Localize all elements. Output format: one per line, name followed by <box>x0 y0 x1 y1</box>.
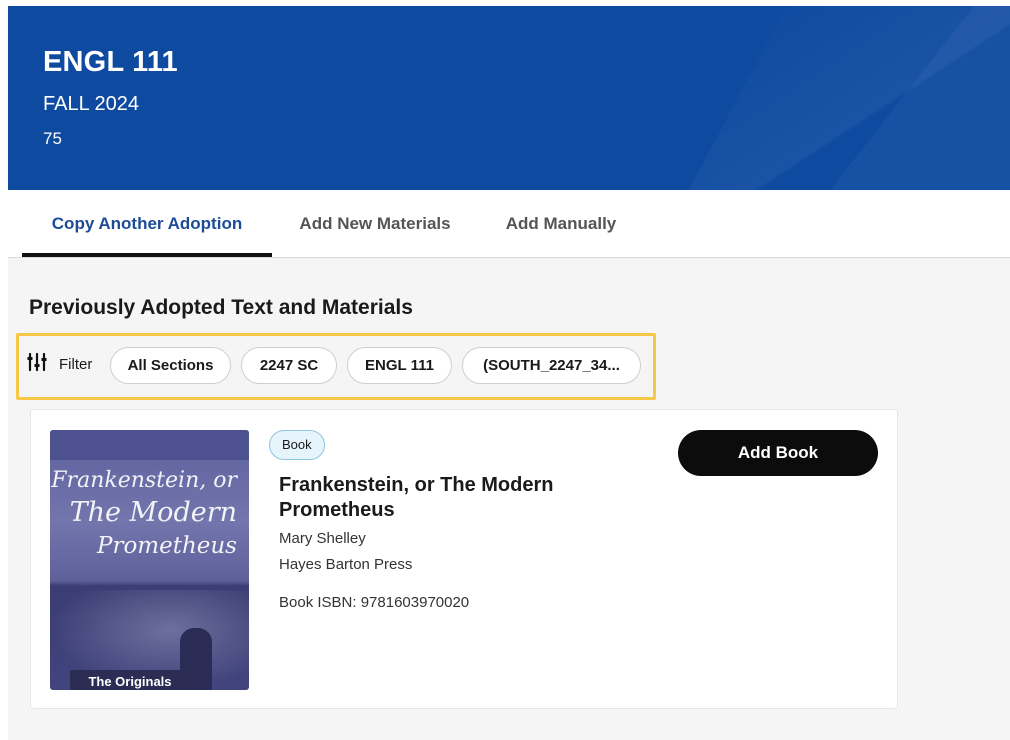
cover-title-line: Frankenstein, or <box>51 468 237 493</box>
course-section: 75 <box>43 129 62 148</box>
tab-add-manually[interactable]: Add Manually <box>486 190 636 258</box>
active-tab-indicator <box>22 253 272 257</box>
filter-chip-all-sections[interactable]: All Sections <box>110 347 231 384</box>
cover-series-label: The Originals <box>70 670 190 690</box>
filter-chip-course[interactable]: ENGL 111 <box>347 347 452 384</box>
book-title: Frankenstein, or The Modern Prometheus <box>279 474 554 521</box>
material-type-badge: Book <box>269 430 325 460</box>
book-author: Mary Shelley <box>279 530 366 547</box>
sliders-icon[interactable] <box>27 352 47 372</box>
book-isbn: Book ISBN: 9781603970020 <box>279 594 470 611</box>
course-code: ENGL 111 <box>43 46 178 78</box>
cover-top-band <box>50 430 249 460</box>
cover-title-line: The Modern <box>69 497 237 528</box>
filter-chip-term[interactable]: 2247 SC <box>241 347 337 384</box>
tab-bar: Copy Another Adoption Add New Materials … <box>8 190 1010 258</box>
course-term: FALL 2024 <box>43 93 140 115</box>
cover-title: Frankenstein, or The Modern Prometheus <box>50 466 249 562</box>
book-cover-image: Frankenstein, or The Modern Prometheus T… <box>50 430 249 690</box>
tab-add-new-materials[interactable]: Add New Materials <box>280 190 470 258</box>
section-heading: Previously Adopted Text and Materials <box>29 296 413 319</box>
filter-label[interactable]: Filter <box>59 356 92 373</box>
tab-copy-another-adoption[interactable]: Copy Another Adoption <box>22 190 272 258</box>
book-publisher: Hayes Barton Press <box>279 556 413 573</box>
course-header: ENGL 111 FALL 2024 75 <box>8 6 1010 190</box>
cover-title-line: Prometheus <box>96 533 237 559</box>
page-frame: ENGL 111 FALL 2024 75 Copy Another Adopt… <box>8 6 1010 740</box>
add-book-button[interactable]: Add Book <box>678 430 878 476</box>
filter-chip-section[interactable]: (SOUTH_2247_34... <box>462 347 641 384</box>
